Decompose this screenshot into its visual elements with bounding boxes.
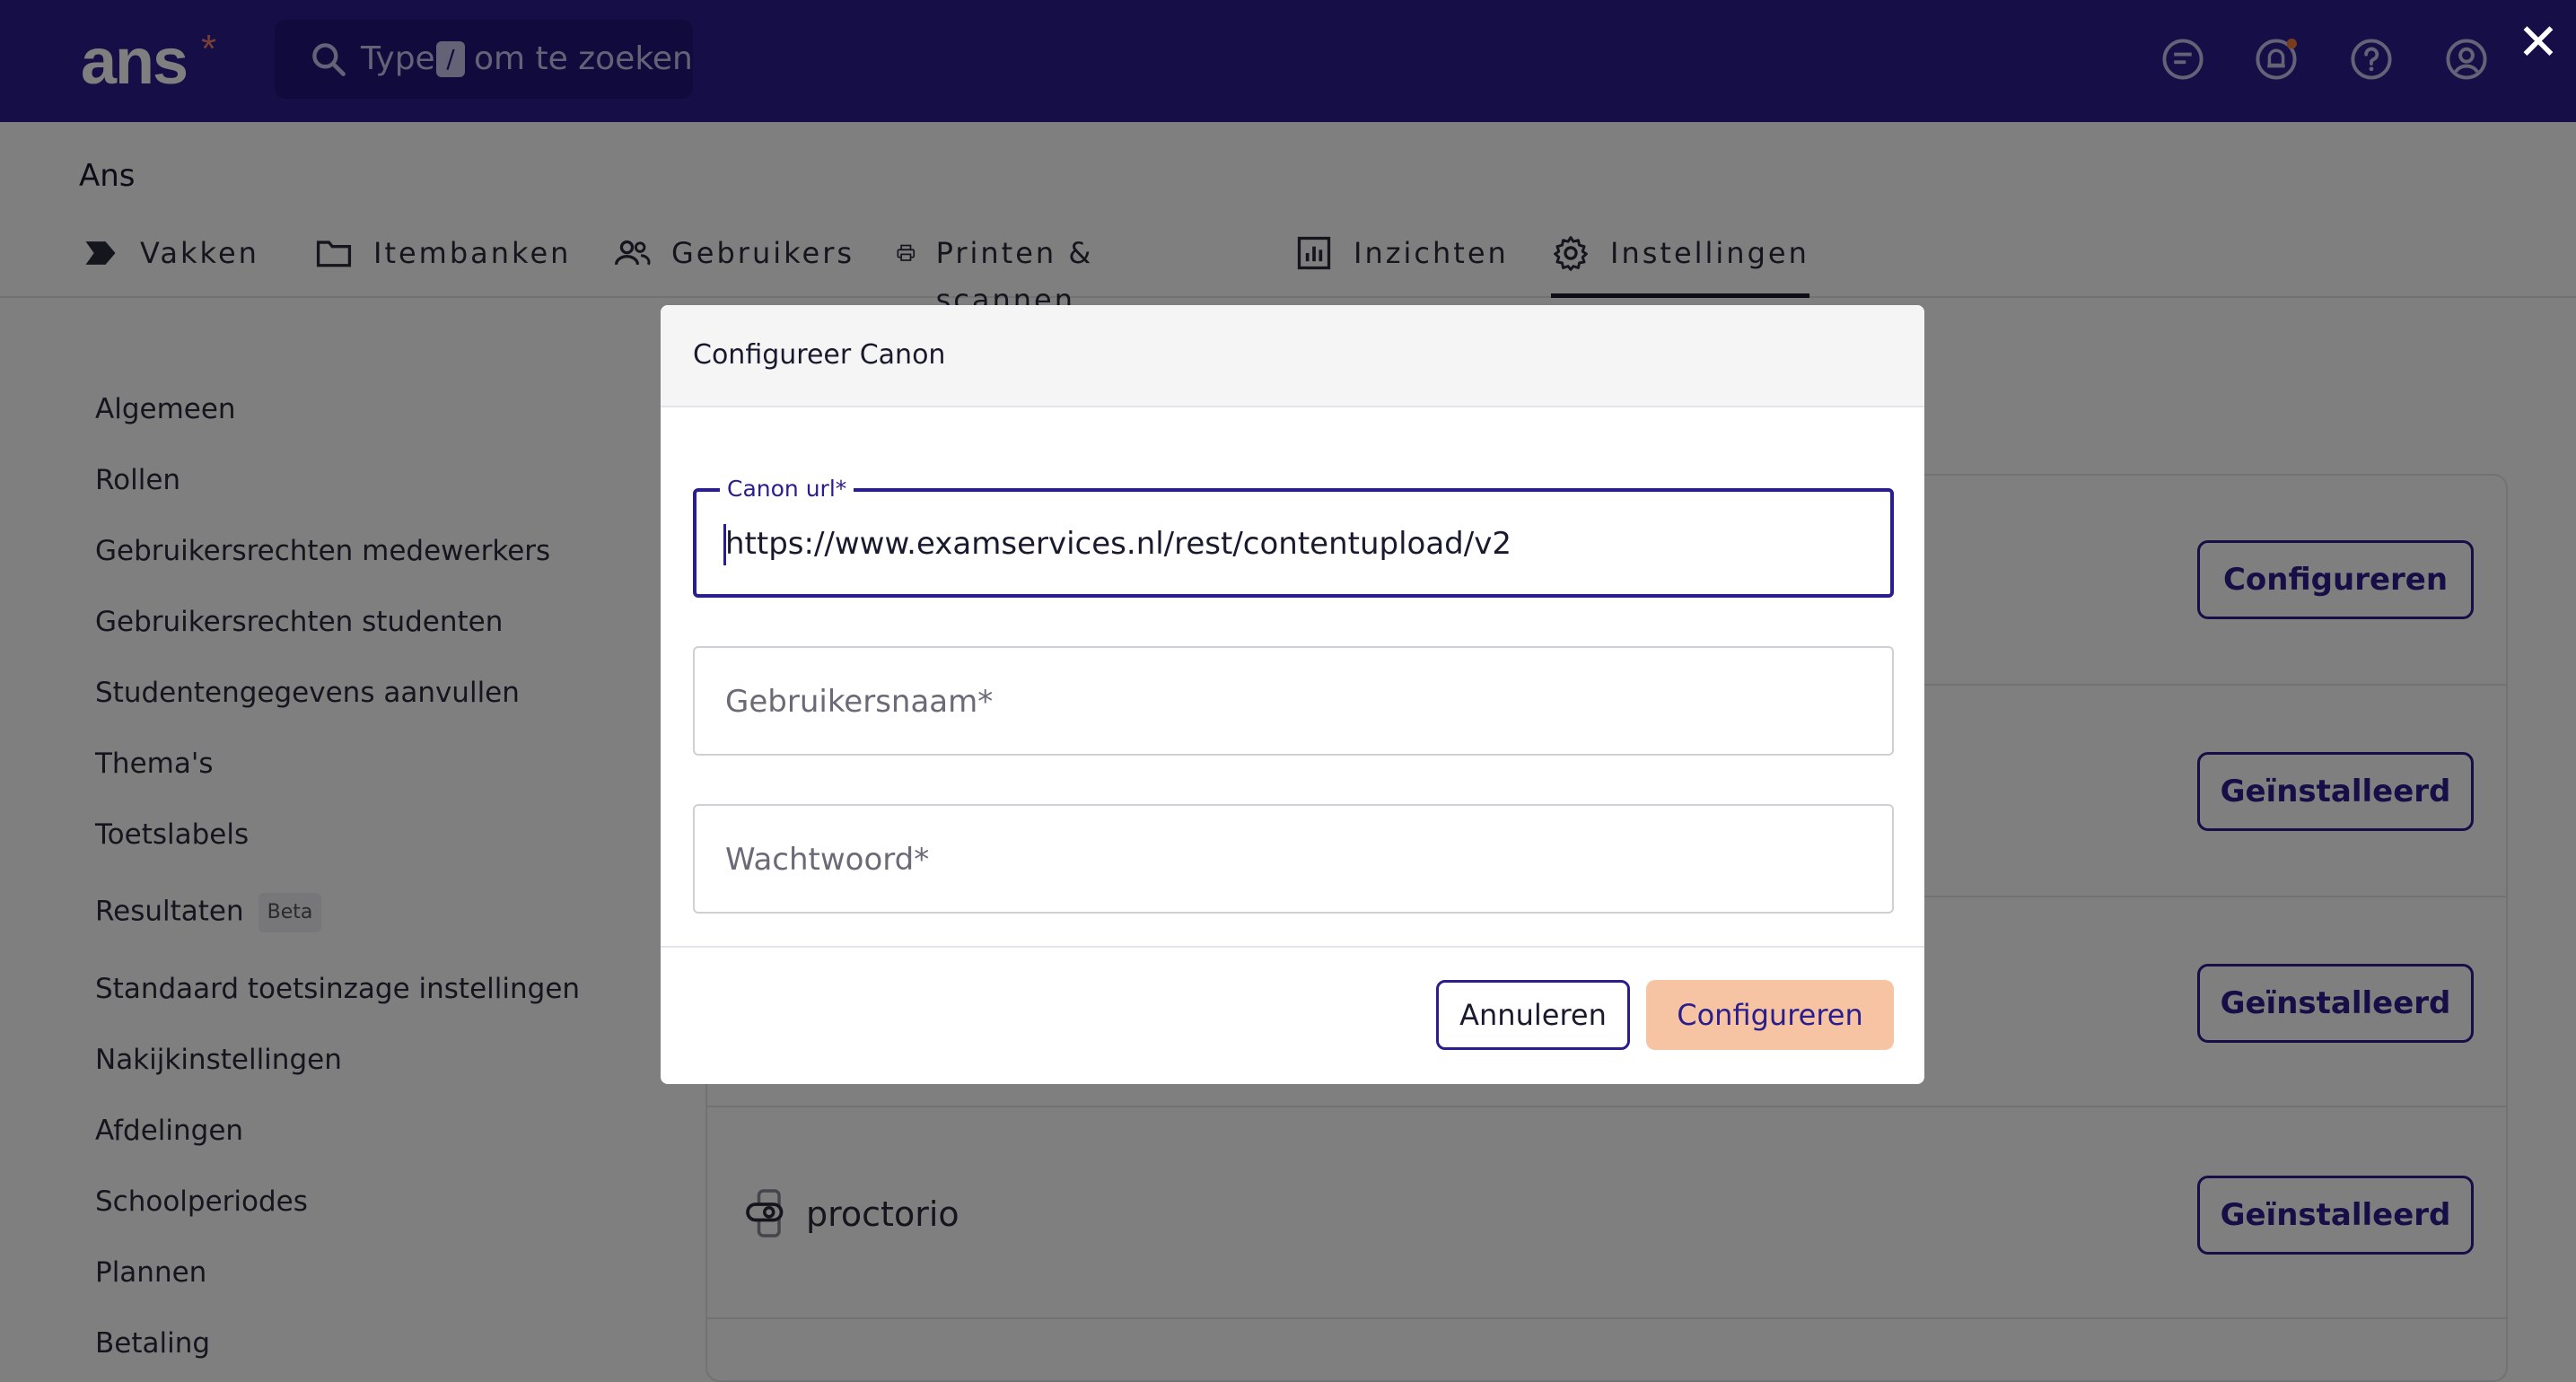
username-field[interactable]: Gebruikersnaam* [693,646,1894,756]
dialog-header: Configureer Canon [661,305,1924,407]
password-placeholder: Wachtwoord* [725,842,930,878]
canon-url-value: https://www.examservices.nl/rest/content… [725,526,1511,562]
cancel-button[interactable]: Annuleren [1436,980,1630,1050]
configure-submit-button[interactable]: Configureren [1646,980,1894,1050]
password-field[interactable]: Wachtwoord* [693,804,1894,914]
canon-url-field[interactable]: Canon url* https://www.examservices.nl/r… [693,476,1894,598]
username-placeholder: Gebruikersnaam* [725,684,994,720]
close-icon[interactable]: ✕ [2513,16,2563,70]
configure-canon-dialog: Configureer Canon Canon url* https://www… [661,305,1924,1084]
dialog-title: Configureer Canon [693,339,946,371]
dialog-footer-divider [661,946,1924,948]
field-label: Canon url* [720,476,854,503]
